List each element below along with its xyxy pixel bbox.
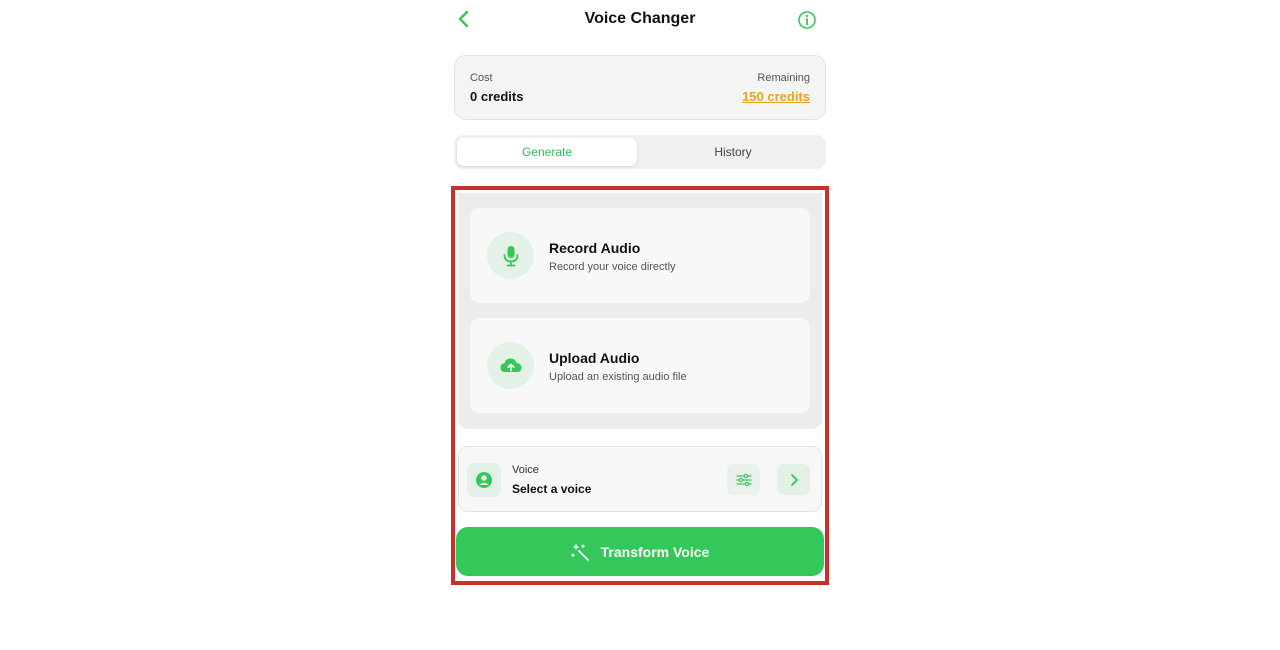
upload-audio-card[interactable]: Upload Audio Upload an existing audio fi… <box>470 318 810 413</box>
cost-label: Cost <box>470 72 493 84</box>
upload-audio-subtitle: Upload an existing audio file <box>549 371 687 383</box>
voice-settings-button[interactable] <box>727 464 760 495</box>
audio-source-panel: Record Audio Record your voice directly … <box>458 193 822 429</box>
page-title: Voice Changer <box>584 10 696 27</box>
info-icon <box>798 11 816 29</box>
header: Voice Changer <box>453 0 827 40</box>
voice-changer-screen: Voice Changer Cost 0 credits Remaining 1… <box>453 0 827 650</box>
cloud-upload-icon <box>487 342 534 389</box>
transform-voice-label: Transform Voice <box>600 543 710 560</box>
voice-value: Select a voice <box>512 482 592 496</box>
info-button[interactable] <box>797 10 817 30</box>
user-circle-icon <box>467 463 501 497</box>
remaining-credits-link[interactable]: 150 credits <box>742 89 810 104</box>
tab-bar: Generate History <box>454 135 826 169</box>
tab-history[interactable]: History <box>643 138 823 166</box>
voice-next-button[interactable] <box>777 464 810 495</box>
voice-selector[interactable]: Voice Select a voice <box>458 446 822 512</box>
chevron-right-icon <box>790 473 798 486</box>
upload-audio-title: Upload Audio <box>549 350 640 366</box>
credits-card: Cost 0 credits Remaining 150 credits <box>454 55 826 120</box>
record-audio-title: Record Audio <box>549 240 641 256</box>
voice-label: Voice <box>512 464 539 476</box>
record-audio-subtitle: Record your voice directly <box>549 261 676 273</box>
remaining-label: Remaining <box>757 72 810 84</box>
sliders-icon <box>735 473 752 486</box>
magic-wand-icon <box>570 543 589 561</box>
microphone-icon <box>487 232 534 279</box>
cost-value: 0 credits <box>470 89 524 104</box>
record-audio-card[interactable]: Record Audio Record your voice directly <box>470 208 810 303</box>
transform-voice-button[interactable]: Transform Voice <box>456 527 824 576</box>
tab-generate[interactable]: Generate <box>457 138 637 166</box>
